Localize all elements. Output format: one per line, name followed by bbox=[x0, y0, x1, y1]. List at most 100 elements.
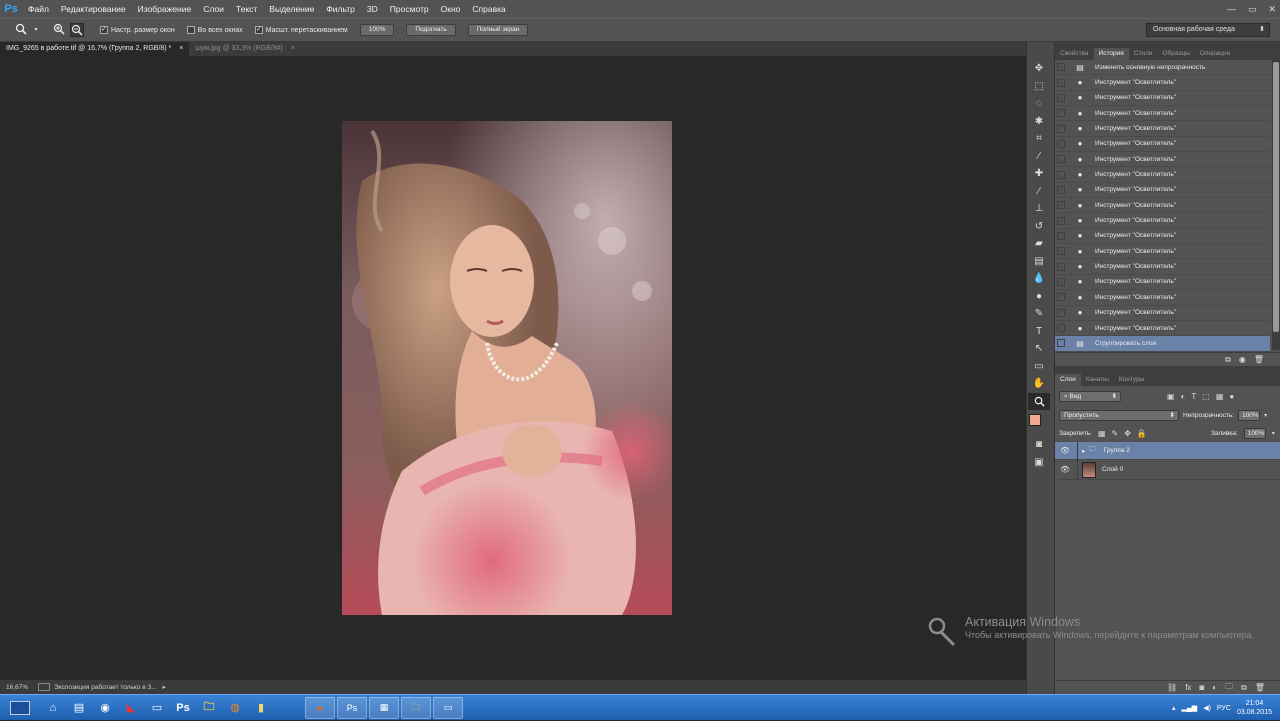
menu-type[interactable]: Текст bbox=[230, 0, 263, 18]
photoshop-icon[interactable]: Ps bbox=[170, 697, 196, 719]
zoom-100-button[interactable]: 100% bbox=[359, 24, 395, 36]
history-state-row[interactable]: ● Инструмент "Осветлитель" bbox=[1055, 306, 1270, 321]
tab-close-icon[interactable]: × bbox=[291, 42, 295, 56]
filter-smart-icon[interactable]: ▦ bbox=[1216, 392, 1224, 401]
tray-network-icon[interactable]: ▂▄▆ bbox=[1181, 704, 1197, 712]
type-tool-icon[interactable]: T bbox=[1028, 323, 1050, 341]
layer-style-fx-icon[interactable]: fx bbox=[1185, 683, 1191, 692]
cinema4d-icon[interactable]: ◉ bbox=[92, 697, 118, 719]
tab-actions[interactable]: Операция bbox=[1195, 48, 1235, 60]
marquee-tool-icon[interactable]: ⬚ bbox=[1028, 78, 1050, 96]
history-source-box[interactable] bbox=[1057, 63, 1065, 72]
filter-pixel-icon[interactable]: ▣ bbox=[1167, 392, 1175, 401]
minimize-button[interactable]: — bbox=[1227, 0, 1236, 18]
tab-styles[interactable]: Стили bbox=[1129, 48, 1158, 60]
quick-select-tool-icon[interactable]: ✱ bbox=[1028, 113, 1050, 131]
notes-icon[interactable]: ▮ bbox=[248, 697, 274, 719]
layer-filter-select[interactable]: ⌕ Вид ⬍ bbox=[1059, 390, 1121, 402]
filter-toggle-icon[interactable]: ● bbox=[1229, 392, 1234, 401]
history-state-row[interactable]: ● Инструмент "Осветлитель" bbox=[1055, 183, 1270, 199]
new-group-icon[interactable]: 🗀 bbox=[1225, 681, 1233, 695]
history-state-row[interactable]: ● Инструмент "Осветлитель" bbox=[1055, 213, 1270, 229]
history-source-box[interactable] bbox=[1057, 324, 1065, 333]
crop-tool-icon[interactable]: ⌗ bbox=[1028, 130, 1050, 148]
opacity-chevron-icon[interactable]: ▾ bbox=[1264, 412, 1267, 419]
filter-shape-icon[interactable]: ⬚ bbox=[1202, 392, 1210, 401]
fill-screen-button[interactable]: Полный экран bbox=[467, 24, 529, 36]
tab-swatches[interactable]: Образцы bbox=[1158, 48, 1195, 60]
history-source-box[interactable] bbox=[1057, 170, 1065, 179]
monitor-icon[interactable]: ▭ bbox=[144, 697, 170, 719]
menu-help[interactable]: Справка bbox=[466, 0, 511, 18]
gradient-tool-icon[interactable]: ▤ bbox=[1028, 253, 1050, 271]
brush-tool-icon[interactable]: ∕ bbox=[1028, 183, 1050, 201]
delete-state-icon[interactable]: 🗑 bbox=[1254, 355, 1264, 364]
fit-screen-button[interactable]: Подогнать bbox=[406, 24, 456, 36]
taskbar-app-window[interactable]: ▭ bbox=[433, 696, 463, 719]
all-windows-checkbox[interactable]: Во всех окнах bbox=[186, 26, 243, 34]
resize-windows-checkbox[interactable]: ✓ Настр. размер окон bbox=[100, 26, 175, 34]
history-scrollbar[interactable] bbox=[1272, 60, 1280, 350]
pen-tool-icon[interactable]: ✎ bbox=[1028, 305, 1050, 323]
zoom-tool-icon[interactable] bbox=[14, 23, 28, 37]
tab-document-2[interactable]: шум.jpg @ 33,3% (RGB/8#) × bbox=[189, 42, 301, 56]
menu-filter[interactable]: Фильтр bbox=[320, 0, 361, 18]
maximize-button[interactable]: ▭ bbox=[1248, 0, 1257, 18]
tab-channels[interactable]: Каналы bbox=[1081, 374, 1114, 386]
documents-icon[interactable]: ▤ bbox=[66, 697, 92, 719]
history-source-box[interactable] bbox=[1057, 201, 1065, 210]
lock-pixels-icon[interactable]: ✎ bbox=[1112, 429, 1119, 438]
visibility-eye-icon[interactable]: 👁 bbox=[1057, 465, 1073, 474]
menu-window[interactable]: Окно bbox=[435, 0, 467, 18]
zoom-in-icon[interactable] bbox=[52, 23, 66, 37]
history-state-row[interactable]: ● Инструмент "Осветлитель" bbox=[1055, 290, 1270, 306]
history-source-box[interactable] bbox=[1057, 293, 1065, 302]
history-source-box[interactable] bbox=[1057, 308, 1065, 317]
layer-row-layer-0[interactable]: 👁 Слой 0 bbox=[1055, 459, 1280, 480]
expand-arrow-icon[interactable]: ▸ bbox=[1082, 447, 1085, 455]
tray-expand-icon[interactable]: ▴ bbox=[1172, 704, 1176, 712]
filter-adjustment-icon[interactable]: ◐ bbox=[1181, 392, 1186, 401]
start-button[interactable] bbox=[0, 697, 40, 719]
history-brush-tool-icon[interactable]: ↺ bbox=[1028, 218, 1050, 236]
quick-mask-icon[interactable]: ◙ bbox=[1028, 436, 1050, 454]
scrubby-zoom-checkbox[interactable]: ✓ Масшт. перетаскиванием bbox=[254, 26, 348, 34]
history-source-box[interactable] bbox=[1057, 93, 1065, 102]
lock-transparency-icon[interactable]: ▦ bbox=[1098, 429, 1106, 438]
history-source-box[interactable] bbox=[1057, 78, 1065, 87]
eraser-tool-icon[interactable]: ▰ bbox=[1028, 235, 1050, 253]
history-state-row[interactable]: ▤ Сгруппировать слои bbox=[1055, 336, 1270, 352]
filter-type-icon[interactable]: T bbox=[1191, 392, 1196, 401]
healing-brush-tool-icon[interactable]: ✚ bbox=[1028, 165, 1050, 183]
foreground-color-swatch[interactable] bbox=[1029, 414, 1041, 426]
history-source-box[interactable] bbox=[1057, 139, 1065, 148]
menu-view[interactable]: Просмотр bbox=[384, 0, 435, 18]
path-select-tool-icon[interactable]: ↖ bbox=[1028, 340, 1050, 358]
history-source-box[interactable] bbox=[1057, 124, 1065, 133]
history-state-row[interactable]: ● Инструмент "Осветлитель" bbox=[1055, 198, 1270, 214]
firefox-icon[interactable]: ◍ bbox=[222, 697, 248, 719]
history-source-box[interactable] bbox=[1057, 216, 1065, 225]
lock-all-icon[interactable]: 🔒 bbox=[1137, 429, 1147, 438]
history-source-box[interactable] bbox=[1057, 185, 1065, 194]
history-source-box[interactable] bbox=[1057, 277, 1065, 286]
new-layer-icon[interactable]: ⧉ bbox=[1241, 683, 1247, 693]
adjustment-layer-icon[interactable]: ◐ bbox=[1212, 683, 1217, 692]
clock[interactable]: 21:04 03.08.2015 bbox=[1237, 699, 1272, 717]
delete-layer-icon[interactable]: 🗑 bbox=[1255, 683, 1265, 692]
tab-layers[interactable]: Слои bbox=[1055, 374, 1081, 386]
menu-3d[interactable]: 3D bbox=[361, 0, 384, 18]
tray-volume-icon[interactable]: ◀) bbox=[1203, 704, 1211, 712]
history-state-row[interactable]: ● Инструмент "Осветлитель" bbox=[1055, 275, 1270, 291]
screen-mode-icon[interactable]: ▣ bbox=[1028, 454, 1050, 472]
status-menu-arrow-icon[interactable]: ▸ bbox=[163, 683, 166, 691]
new-document-from-state-icon[interactable]: ⧉ bbox=[1225, 355, 1231, 365]
blur-tool-icon[interactable]: 💧 bbox=[1028, 270, 1050, 288]
language-indicator[interactable]: РУС bbox=[1217, 705, 1231, 712]
tab-properties[interactable]: Свойства bbox=[1055, 48, 1094, 60]
menu-layers[interactable]: Слои bbox=[197, 0, 230, 18]
media-icon[interactable]: ◣ bbox=[118, 697, 144, 719]
snapshot-camera-icon[interactable]: ◉ bbox=[1239, 355, 1246, 364]
taskbar-app-photoshop[interactable]: Ps bbox=[337, 696, 367, 719]
history-state-row[interactable]: ● Инструмент "Осветлитель" bbox=[1055, 91, 1270, 107]
